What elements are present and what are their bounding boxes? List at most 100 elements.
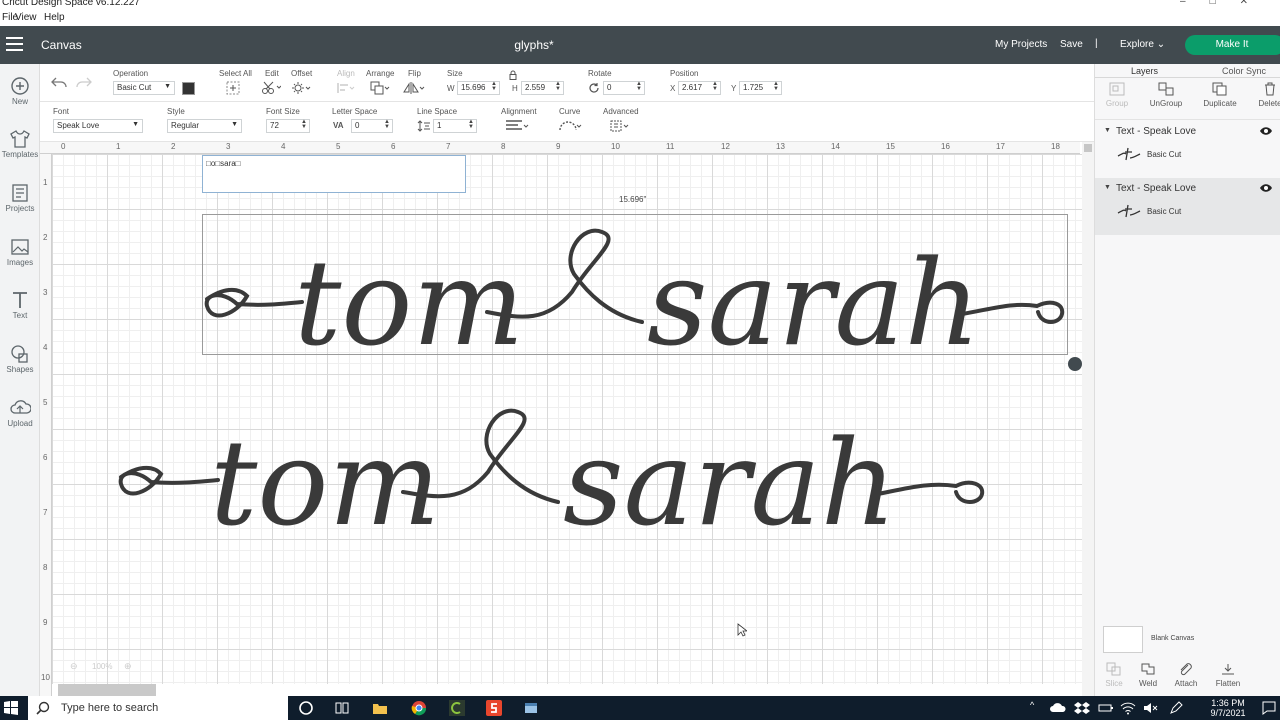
eye-icon[interactable] bbox=[1259, 183, 1273, 193]
slice-button[interactable]: Slice bbox=[1095, 662, 1133, 688]
align-icon[interactable] bbox=[335, 81, 355, 95]
stepper-icon[interactable]: ▲ ▼ bbox=[468, 119, 474, 130]
sidebar-item-images[interactable]: Images bbox=[0, 237, 40, 267]
stepper-icon[interactable]: ▲ ▼ bbox=[773, 81, 779, 92]
width-value: 15.696 bbox=[461, 83, 486, 92]
stepper-icon[interactable]: ▲ ▼ bbox=[555, 81, 561, 92]
eye-icon[interactable] bbox=[1259, 126, 1273, 136]
x-position-input[interactable]: 2.617 ▲ ▼ bbox=[678, 81, 721, 95]
battery-icon[interactable] bbox=[1098, 700, 1114, 716]
delete-button[interactable]: Delete bbox=[1245, 82, 1280, 108]
app-window-icon[interactable] bbox=[523, 700, 539, 716]
flatten-button[interactable]: Flatten bbox=[1209, 662, 1247, 688]
sidebar-item-shapes[interactable]: Shapes bbox=[0, 344, 40, 374]
my-projects-button[interactable]: My Projects bbox=[995, 39, 1047, 50]
maximize-button[interactable]: □ bbox=[1210, 0, 1240, 7]
onedrive-icon[interactable] bbox=[1050, 700, 1066, 716]
snagit-icon[interactable] bbox=[486, 700, 502, 716]
font-size-input[interactable]: 72 ▲ ▼ bbox=[266, 119, 310, 133]
windows-start-icon[interactable] bbox=[4, 701, 18, 715]
group-button[interactable]: Group bbox=[1092, 82, 1142, 108]
line-space-input[interactable]: 1 ▲ ▼ bbox=[433, 119, 477, 133]
vertical-scrollbar[interactable] bbox=[1082, 142, 1094, 696]
file-explorer-icon[interactable] bbox=[372, 700, 388, 716]
y-position-input[interactable]: 1.725 ▲ ▼ bbox=[739, 81, 782, 95]
alignment-icon[interactable] bbox=[504, 119, 530, 133]
wifi-icon[interactable] bbox=[1120, 700, 1136, 716]
zoom-out-icon[interactable]: ⊖ bbox=[70, 661, 78, 672]
volume-muted-icon[interactable] bbox=[1142, 700, 1158, 716]
rotate-input[interactable]: 0 ▲ ▼ bbox=[603, 81, 645, 95]
horizontal-scrollbar-thumb[interactable] bbox=[58, 684, 156, 696]
pen-icon[interactable] bbox=[1168, 700, 1184, 716]
taskbar-search[interactable]: Type here to search bbox=[28, 696, 288, 720]
stepper-icon[interactable]: ▲ ▼ bbox=[636, 81, 642, 92]
dropbox-icon[interactable] bbox=[1074, 700, 1090, 716]
flip-icon[interactable] bbox=[403, 81, 425, 95]
style-select[interactable]: Regular ▼ bbox=[167, 119, 242, 133]
duplicate-button[interactable]: Duplicate bbox=[1195, 82, 1245, 108]
resize-handle[interactable] bbox=[1068, 357, 1082, 371]
menu-help[interactable]: Help bbox=[44, 12, 65, 23]
offset-sun-icon[interactable] bbox=[291, 81, 311, 95]
curve-icon[interactable] bbox=[558, 119, 582, 133]
sidebar-item-new[interactable]: New bbox=[0, 76, 40, 106]
sidebar-item-projects[interactable]: Projects bbox=[0, 183, 40, 213]
ungroup-button[interactable]: UnGroup bbox=[1141, 82, 1191, 108]
menu-view[interactable]: View bbox=[15, 12, 37, 23]
design-bottom[interactable]: tom sarah bbox=[118, 392, 988, 552]
close-button[interactable]: ✕ bbox=[1240, 0, 1272, 7]
tab-color-sync[interactable]: Color Sync bbox=[1222, 66, 1266, 76]
select-all-icon[interactable] bbox=[225, 81, 241, 95]
minimize-button[interactable]: – bbox=[1180, 0, 1210, 7]
weld-button[interactable]: Weld bbox=[1129, 662, 1167, 688]
selection-bounding-box[interactable] bbox=[202, 214, 1068, 355]
design-canvas[interactable]: 0 1 2 3 4 5 6 7 8 9 10 11 12 13 14 15 16… bbox=[40, 142, 1094, 696]
chrome-icon[interactable] bbox=[411, 700, 427, 716]
arrange-icon[interactable] bbox=[370, 81, 390, 95]
attach-button[interactable]: Attach bbox=[1167, 662, 1205, 688]
explore-dropdown[interactable]: Explore ⌄ bbox=[1120, 39, 1165, 50]
notifications-icon[interactable] bbox=[1261, 700, 1277, 716]
save-button[interactable]: Save bbox=[1060, 39, 1083, 50]
zoom-in-icon[interactable]: ⊕ bbox=[124, 661, 132, 672]
task-view-icon[interactable] bbox=[334, 700, 350, 716]
caret-down-icon[interactable]: ▼ bbox=[1104, 127, 1111, 134]
bottom-actions: Slice Weld Attach Flatten bbox=[1095, 656, 1280, 696]
zoom-control[interactable]: ⊖ 100% ⊕ bbox=[62, 659, 142, 675]
cricut-app-icon[interactable] bbox=[449, 700, 465, 716]
text-edit-box[interactable]: □o□sara□ bbox=[202, 155, 466, 193]
undo-icon[interactable] bbox=[50, 76, 68, 88]
ungroup-icon bbox=[1158, 82, 1174, 96]
stepper-icon[interactable]: ▲ ▼ bbox=[384, 119, 390, 130]
scrollbar-thumb[interactable] bbox=[1084, 144, 1092, 152]
sidebar-item-upload[interactable]: Upload bbox=[0, 398, 40, 428]
tray-chevron-up-icon[interactable]: ^ bbox=[1030, 700, 1034, 710]
redo-icon[interactable] bbox=[75, 76, 93, 88]
lock-icon[interactable] bbox=[508, 70, 518, 80]
window-title: Cricut Design Space v6.12.227 bbox=[2, 0, 140, 8]
taskbar-clock[interactable]: 1:36 PM 9/7/2021 bbox=[1203, 698, 1253, 718]
advanced-icon[interactable] bbox=[609, 119, 631, 133]
sidebar-item-templates[interactable]: Templates bbox=[0, 129, 40, 159]
caret-down-icon[interactable]: ▼ bbox=[1104, 184, 1111, 191]
edit-scissors-icon[interactable] bbox=[261, 81, 281, 95]
window-controls[interactable]: –□✕ bbox=[1180, 0, 1272, 7]
operation-select[interactable]: Basic Cut ▼ bbox=[113, 81, 175, 95]
letter-space-input[interactable]: 0 ▲ ▼ bbox=[351, 119, 393, 133]
stepper-icon[interactable]: ▲ ▼ bbox=[301, 119, 307, 130]
font-select[interactable]: Speak Love ▼ bbox=[53, 119, 143, 133]
layer-item[interactable]: ▼ Text - Speak Love Basic Cut bbox=[1095, 121, 1280, 178]
line-space-value: 1 bbox=[437, 121, 442, 130]
make-it-button[interactable]: Make It bbox=[1185, 35, 1280, 55]
stepper-icon[interactable]: ▲ ▼ bbox=[712, 81, 718, 92]
cortana-icon[interactable] bbox=[298, 700, 314, 716]
tab-layers[interactable]: Layers bbox=[1131, 66, 1158, 76]
layer-item-selected[interactable]: ▼ Text - Speak Love Basic Cut bbox=[1095, 178, 1280, 235]
width-input[interactable]: 15.696 ▲ ▼ bbox=[457, 81, 500, 95]
color-swatch[interactable] bbox=[182, 82, 195, 95]
blank-canvas-swatch[interactable] bbox=[1103, 626, 1143, 653]
sidebar-item-text[interactable]: Text bbox=[0, 290, 40, 320]
stepper-icon[interactable]: ▲ ▼ bbox=[491, 81, 497, 92]
height-input[interactable]: 2.559 ▲ ▼ bbox=[521, 81, 564, 95]
